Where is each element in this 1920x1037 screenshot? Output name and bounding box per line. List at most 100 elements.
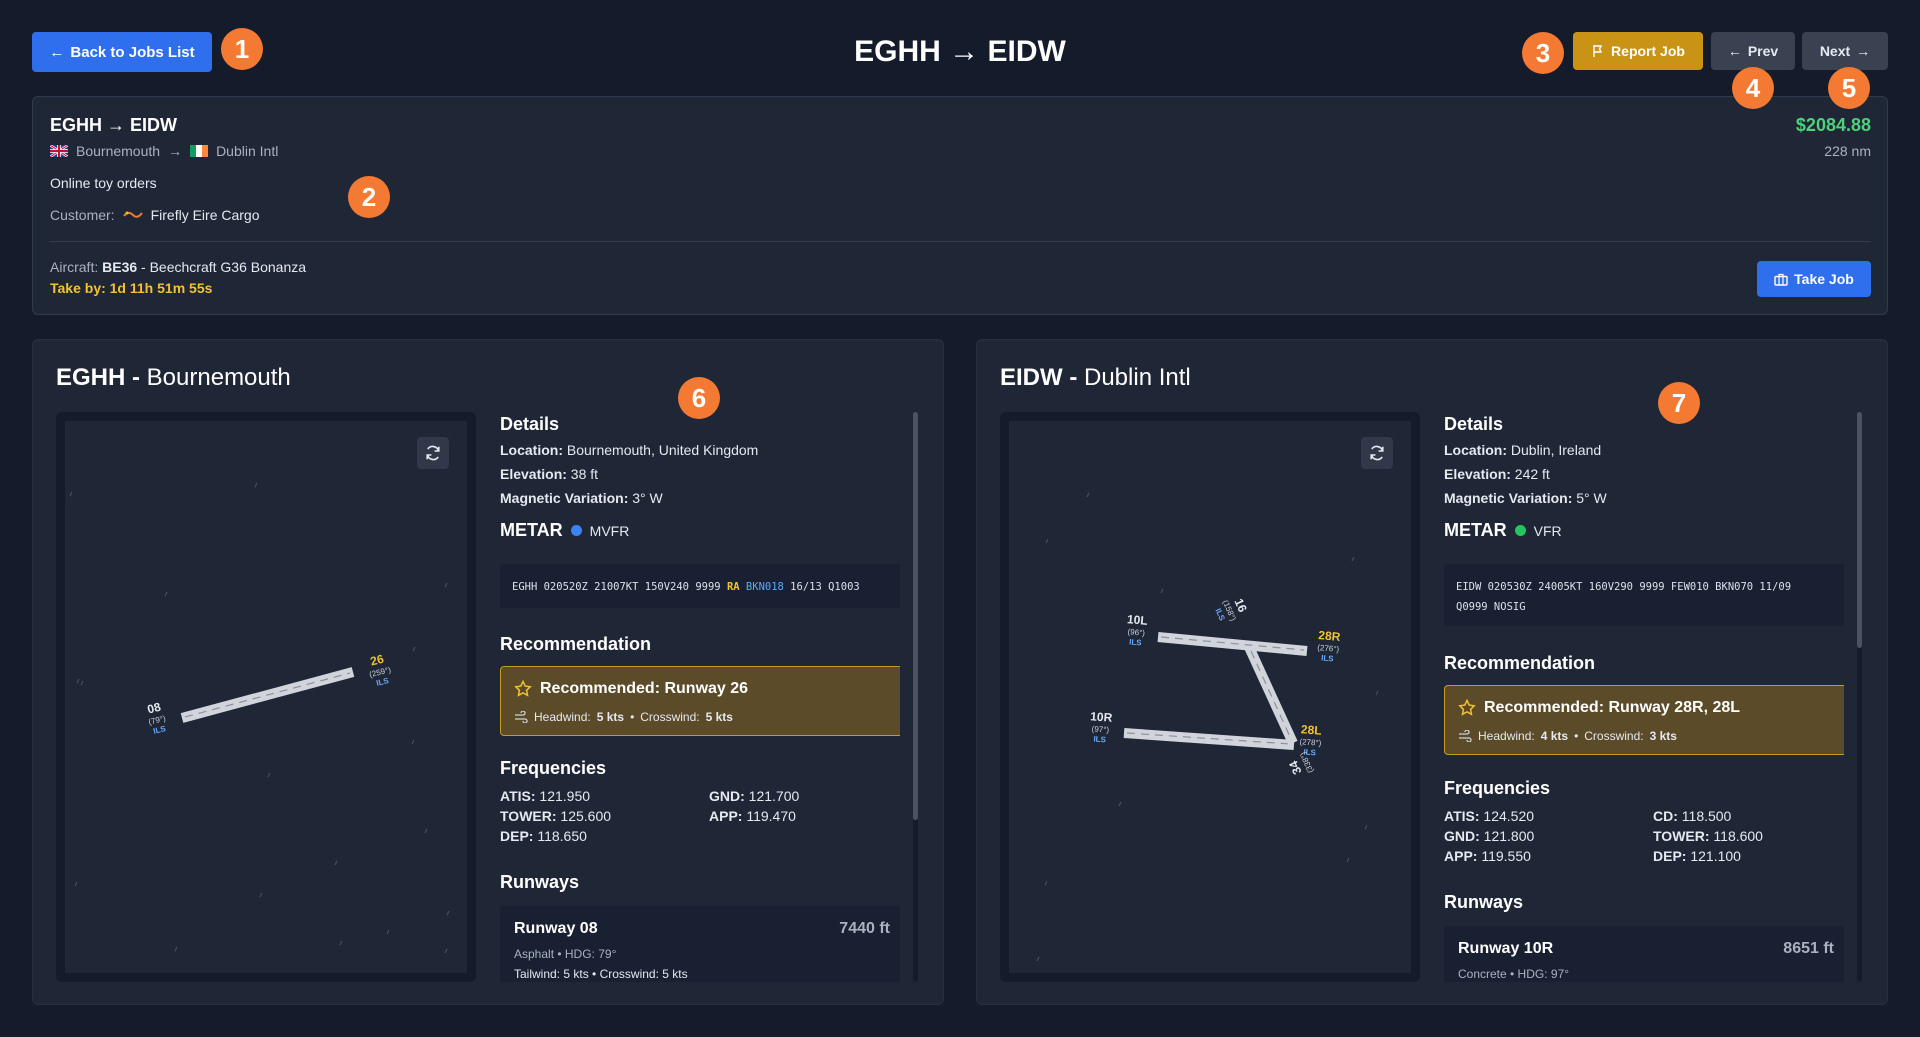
runway-label-10l: 10L bbox=[1126, 612, 1148, 628]
frequency-item: GND: 121.800 bbox=[1444, 828, 1653, 844]
scrollbar-thumb[interactable] bbox=[1857, 412, 1862, 648]
frequency-value: 118.500 bbox=[1677, 808, 1732, 824]
frequency-label: GND: bbox=[1444, 828, 1480, 844]
job-price: $2084.88 bbox=[1795, 115, 1871, 135]
star-icon bbox=[1458, 699, 1476, 716]
runway-hdg-10r: (97°) bbox=[1091, 724, 1109, 734]
departure-info[interactable]: Details Location: Bournemouth, United Ki… bbox=[500, 412, 900, 982]
annotation-badge-4: 4 bbox=[1732, 67, 1774, 109]
frequency-value: 119.550 bbox=[1477, 848, 1531, 864]
runway-surface: Asphalt • HDG: 79° bbox=[514, 947, 617, 961]
metar-title: METAR bbox=[1444, 520, 1507, 540]
divider bbox=[49, 241, 1871, 242]
frequency-item: APP: 119.470 bbox=[709, 808, 900, 824]
title-separator: - bbox=[125, 364, 147, 391]
runways-heading: Runways bbox=[500, 872, 580, 892]
frequency-value: 125.600 bbox=[556, 808, 612, 824]
job-distance: 228 nm bbox=[1824, 143, 1871, 159]
runway-label-10r: 10R bbox=[1090, 709, 1113, 725]
annotation-badge-7: 7 bbox=[1658, 382, 1700, 424]
frequency-label: DEP: bbox=[1653, 848, 1687, 864]
runway-ils-08: ILS bbox=[152, 724, 167, 736]
info-scrollbar[interactable] bbox=[913, 412, 918, 982]
info-scrollbar[interactable] bbox=[1857, 412, 1862, 982]
map-refresh-button[interactable] bbox=[417, 437, 449, 469]
scrollbar-thumb[interactable] bbox=[913, 412, 918, 820]
location-value: Bournemouth, United Kingdom bbox=[563, 442, 759, 458]
runway-hdg-28r: (276°) bbox=[1317, 643, 1340, 654]
runway-ils-10l: ILS bbox=[1129, 637, 1143, 647]
crosswind-value: 5 kts bbox=[705, 710, 733, 724]
departure-panel: EGHH - Bournemouth 08 (79°) ILS 26 (259°… bbox=[32, 339, 944, 1005]
next-button[interactable]: Next → bbox=[1802, 32, 1888, 70]
recommendation-heading: Recommendation bbox=[1444, 653, 1596, 673]
wind-icon bbox=[515, 711, 528, 723]
frequency-value: 121.100 bbox=[1686, 848, 1741, 864]
magvar-label: Magnetic Variation: bbox=[1444, 490, 1573, 506]
title-separator: - bbox=[1062, 364, 1084, 391]
arrival-airport-map[interactable]: 10L (96°) ILS 28R (276°) ILS 16 (158°) I… bbox=[1000, 412, 1420, 982]
headwind-value: 4 kts bbox=[1540, 729, 1569, 743]
runway-card: Runway 10R 8651 ft Concrete • HDG: 97° bbox=[1444, 926, 1844, 982]
map-refresh-button[interactable] bbox=[1361, 437, 1393, 469]
frequency-value: 121.700 bbox=[744, 788, 800, 804]
metar-text: EIDW 020530Z 24005KT 160V290 9999 FEW010… bbox=[1444, 564, 1844, 626]
aircraft-code: BE36 bbox=[102, 259, 138, 275]
mvfr-status-dot bbox=[570, 525, 582, 536]
frequencies-grid: ATIS: 124.520 CD: 118.500 GND: 121.800 T… bbox=[1444, 808, 1844, 864]
frequencies-heading: Frequencies bbox=[500, 758, 607, 778]
arrival-title: EIDW - Dublin Intl bbox=[1000, 364, 1191, 392]
location-label: Location: bbox=[1444, 442, 1507, 458]
departure-icao: EGHH bbox=[56, 364, 126, 391]
frequency-value: 119.470 bbox=[742, 808, 796, 824]
job-route: EGHH → EIDW bbox=[50, 115, 178, 135]
prev-button[interactable]: ← Prev bbox=[1711, 32, 1795, 70]
aircraft-name: - Beechcraft G36 Bonanza bbox=[137, 259, 307, 275]
star-icon bbox=[514, 680, 532, 697]
magvar-value: 3° W bbox=[628, 490, 663, 506]
elevation-value: 38 ft bbox=[566, 466, 599, 482]
aircraft-label: Aircraft: bbox=[50, 259, 99, 275]
take-job-button[interactable]: Take Job bbox=[1757, 261, 1871, 297]
flight-category: MVFR bbox=[589, 522, 630, 539]
arrival-runway-diagram: 10L (96°) ILS 28R (276°) ILS 16 (158°) I… bbox=[1036, 492, 1379, 962]
frequencies-grid: ATIS: 121.950 GND: 121.700 TOWER: 125.60… bbox=[500, 788, 900, 844]
runway-surface: Concrete • HDG: 97° bbox=[1458, 967, 1570, 981]
frequency-item: GND: 121.700 bbox=[709, 788, 900, 804]
recommendation-title: Recommended: Runway 28R, 28L bbox=[1458, 699, 1740, 717]
destination-name: Dublin Intl bbox=[216, 143, 279, 159]
report-job-button[interactable]: Report Job bbox=[1573, 32, 1703, 70]
frequency-item: TOWER: 118.600 bbox=[1653, 828, 1844, 844]
headwind-label: Headwind: bbox=[534, 710, 591, 724]
details-heading: Details bbox=[1444, 414, 1504, 434]
runway-ils-26: ILS bbox=[375, 676, 390, 688]
metar-rain-token: RA bbox=[726, 581, 740, 593]
runway-hdg-10l: (96°) bbox=[1127, 627, 1145, 638]
arrow-left-icon: ← bbox=[1727, 43, 1742, 59]
frequency-label: APP: bbox=[1444, 848, 1478, 864]
frequency-item: ATIS: 121.950 bbox=[500, 788, 709, 804]
location-value: Dublin, Ireland bbox=[1507, 442, 1602, 458]
annotation-badge-6: 6 bbox=[678, 377, 720, 419]
frequency-label: APP: bbox=[709, 808, 743, 824]
map-canvas[interactable]: 08 (79°) ILS 26 (259°) ILS bbox=[65, 421, 467, 973]
runway-title: Runway 08 bbox=[514, 920, 598, 937]
departure-airport-map[interactable]: 08 (79°) ILS 26 (259°) ILS bbox=[56, 412, 476, 982]
map-canvas[interactable]: 10L (96°) ILS 28R (276°) ILS 16 (158°) I… bbox=[1009, 421, 1411, 973]
departure-title: EGHH - Bournemouth bbox=[56, 364, 291, 392]
vfr-status-dot bbox=[1514, 525, 1526, 536]
magvar-row: Magnetic Variation: 3° W bbox=[500, 490, 663, 506]
elevation-value: 242 ft bbox=[1510, 466, 1550, 482]
runway-ils-10r: ILS bbox=[1093, 735, 1107, 745]
runway-ils-28r: ILS bbox=[1321, 653, 1335, 663]
location-label: Location: bbox=[500, 442, 563, 458]
frequency-item: ATIS: 124.520 bbox=[1444, 808, 1653, 824]
runway-label-28r: 28R bbox=[1318, 628, 1341, 644]
customer-logo-icon bbox=[122, 211, 143, 218]
arrival-info[interactable]: Details Location: Dublin, Ireland Elevat… bbox=[1444, 412, 1844, 982]
flight-category: VFR bbox=[1533, 522, 1562, 539]
recommendation-box: Recommended: Runway 28R, 28L Headwind: 4 … bbox=[1444, 685, 1844, 755]
wind-icon bbox=[1459, 730, 1472, 742]
departure-name: Bournemouth bbox=[146, 364, 291, 391]
frequency-value: 118.600 bbox=[1709, 828, 1763, 844]
